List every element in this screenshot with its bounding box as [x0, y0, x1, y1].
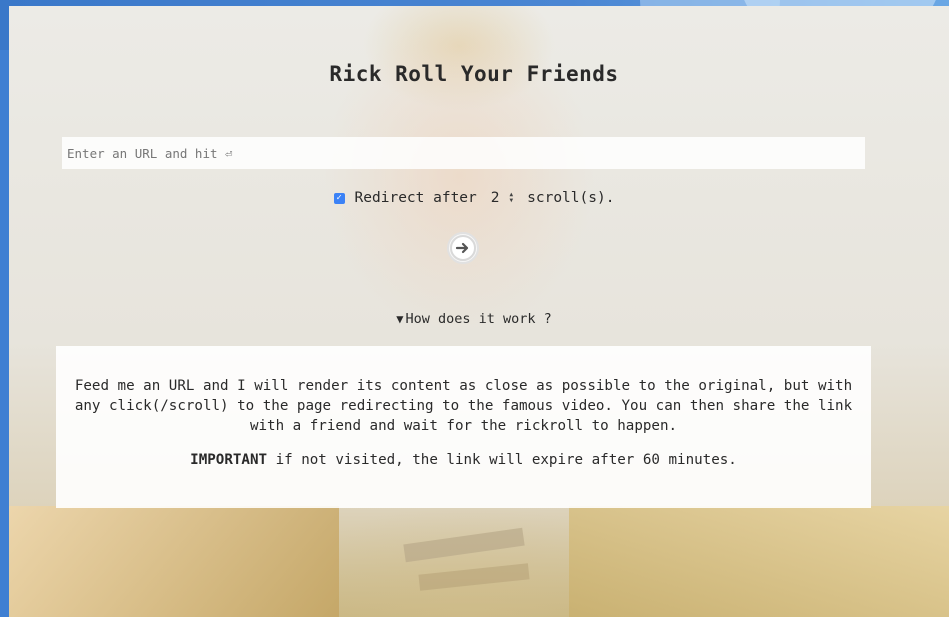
page-background: Rick Roll Your Friends ✓ Redirect after … — [9, 6, 949, 617]
submit-button[interactable] — [447, 232, 479, 264]
how-it-works-toggle[interactable]: ▼ How does it work ? — [9, 311, 939, 327]
scroll-count-input[interactable]: 2 ▲ ▼ — [485, 190, 519, 206]
page-title: Rick Roll Your Friends — [329, 62, 619, 86]
important-note: IMPORTANT if not visited, the link will … — [66, 450, 861, 470]
how-it-works-panel: Feed me an URL and I will render its con… — [56, 346, 871, 508]
arrow-right-circle-icon — [450, 235, 476, 261]
description-text: Feed me an URL and I will render its con… — [74, 378, 853, 434]
redirect-label-after: scroll(s). — [527, 190, 615, 206]
how-it-works-label: How does it work ? — [405, 311, 552, 327]
redirect-label-before: Redirect after — [354, 190, 477, 206]
redirect-options: ✓ Redirect after 2 ▲ ▼ scroll(s). — [9, 190, 939, 206]
triangle-down-icon: ▼ — [396, 312, 404, 326]
background-image-region — [569, 506, 949, 617]
background-image-detail — [403, 527, 525, 563]
spinner-arrows-icon[interactable]: ▲ ▼ — [510, 192, 514, 204]
redirect-checkbox[interactable]: ✓ — [333, 192, 345, 204]
scroll-count-value: 2 — [490, 190, 500, 206]
background-image-detail — [418, 563, 530, 591]
background-image-region — [9, 506, 339, 617]
important-label: IMPORTANT — [190, 452, 268, 468]
url-input[interactable] — [62, 137, 865, 169]
important-text: if not visited, the link will expire aft… — [267, 452, 737, 468]
